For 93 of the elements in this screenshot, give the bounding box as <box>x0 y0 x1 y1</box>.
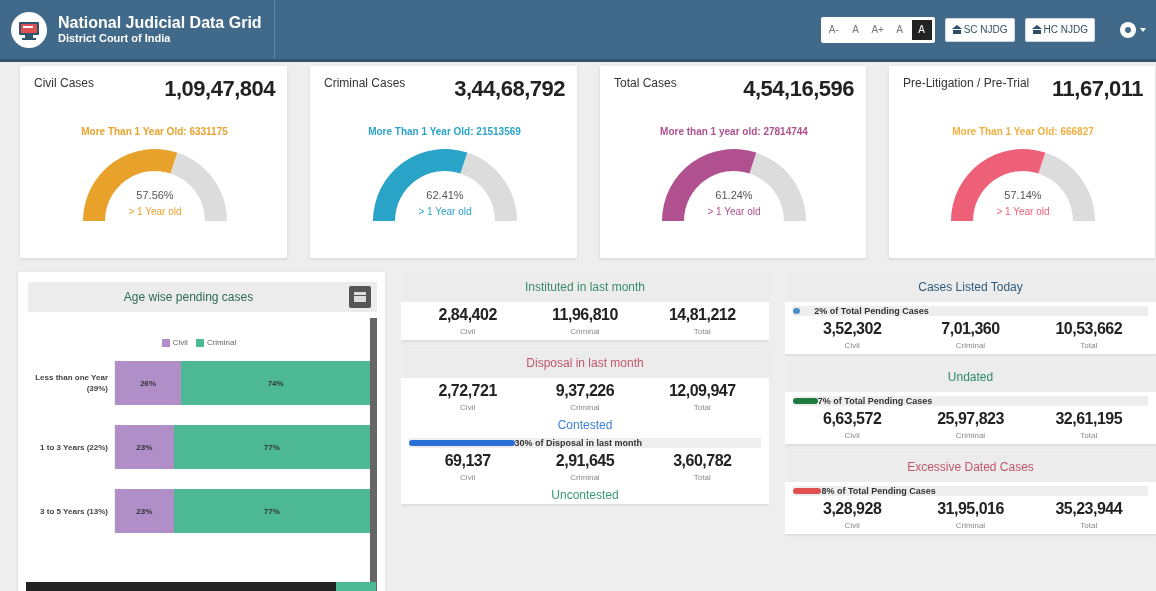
caret-icon <box>1140 27 1146 32</box>
card-title: Civil Cases <box>34 76 94 90</box>
gauge-percent: 62.41% <box>425 189 464 201</box>
font-size-button[interactable]: A <box>911 19 932 40</box>
bar-value-label: 77% <box>263 442 280 452</box>
settings-icon[interactable] <box>1119 20 1137 39</box>
card-title: Pre-Litigation / Pre-Trial <box>903 76 1030 90</box>
figure-label: Civil <box>844 521 860 530</box>
figure-value: 3,52,302 <box>823 320 882 338</box>
gauge-caption: > 1 Year old <box>127 206 182 217</box>
figure-value: 12,09,947 <box>668 382 736 400</box>
panel-title: Disposal in last month <box>401 348 769 378</box>
figure-label: Criminal <box>570 473 600 482</box>
app-title: National Judicial Data Grid <box>58 14 262 32</box>
figure-value: 35,23,944 <box>1055 500 1123 518</box>
gauge-caption: > 1 Year old <box>417 206 472 217</box>
figure-value: 11,96,810 <box>552 306 618 324</box>
figure-value: 7,01,360 <box>941 320 1000 338</box>
bar-value-label: 26% <box>140 378 157 388</box>
category-label: Less than one Year (39%) <box>34 372 109 394</box>
case-count: 1,09,47,804 <box>164 76 275 102</box>
figure-label: Total <box>1080 521 1098 530</box>
progress-label: 2% of Total Pending Cases <box>813 306 929 316</box>
gauge-percent: 57.14% <box>1004 189 1042 201</box>
figure-label: Civil <box>460 327 476 336</box>
figure-value: 69,137 <box>444 452 491 470</box>
card-title: Total Cases <box>614 76 677 90</box>
bank-icon <box>951 24 962 35</box>
panel-title: Excessive Dated Cases <box>785 452 1156 482</box>
figure-label: Criminal <box>955 431 986 440</box>
legend-label: Civil <box>172 338 188 347</box>
figure-value: 32,61,195 <box>1055 410 1123 428</box>
figure-label: Civil <box>460 473 476 482</box>
figure-label: Criminal <box>570 403 600 412</box>
figure-value: 6,63,572 <box>823 410 882 428</box>
figure-label: Total <box>693 473 711 482</box>
njdg-link-button[interactable]: SC NJDG <box>944 17 1015 42</box>
figure-label: Criminal <box>955 341 986 350</box>
njdg-link-button[interactable]: HC NJDG <box>1024 17 1095 42</box>
case-count: 3,44,68,792 <box>454 76 565 102</box>
card-title: Criminal Cases <box>324 76 406 90</box>
figure-label: Criminal <box>955 521 986 530</box>
figure-label: Total <box>1080 431 1098 440</box>
figure-label: Total <box>1080 341 1098 350</box>
gauge-caption: > 1 Year old <box>707 206 761 217</box>
figure-value: 3,60,782 <box>673 452 732 470</box>
menu-icon <box>354 292 366 302</box>
chart-title: Age wise pending cases <box>122 290 255 304</box>
panel-title: Undated <box>785 362 1156 392</box>
progress-label: 8% of Total Pending Cases <box>820 486 936 496</box>
bar-value-label: 74% <box>267 378 284 388</box>
bar-value-label: 23% <box>136 506 153 516</box>
figure-value: 31,95,016 <box>937 500 1004 518</box>
age-note: More Than 1 Year Old: 21513569 <box>367 126 522 137</box>
figure-label: Total <box>693 403 711 412</box>
figure-value: 2,72,721 <box>438 382 497 400</box>
legend-label: Criminal <box>206 338 237 347</box>
legend-swatch <box>195 338 204 347</box>
section-subtitle: Contested <box>556 417 614 434</box>
figure-value: 10,53,662 <box>1055 320 1123 338</box>
case-count: 4,54,16,596 <box>743 76 854 102</box>
legend-swatch <box>161 338 170 347</box>
panel-title: Instituted in last month <box>401 272 769 302</box>
bar-value-label: 23% <box>136 442 153 452</box>
figure-value: 2,84,402 <box>438 306 497 324</box>
bar-value-label: 77% <box>263 506 280 516</box>
gauge-caption: > 1 Year old <box>996 206 1050 217</box>
figure-label: Criminal <box>570 327 600 336</box>
figure-value: 14,81,212 <box>668 306 736 324</box>
gauge-percent: 61.24% <box>715 189 753 201</box>
age-note: More than 1 year old: 27814744 <box>659 126 809 137</box>
bank-icon <box>1031 24 1042 35</box>
category-label: 3 to 5 Years (13%) <box>39 505 109 517</box>
figure-value: 9,37,226 <box>555 382 615 400</box>
app-subtitle: District Court of India <box>58 32 172 45</box>
figure-label: Civil <box>844 431 860 440</box>
panel-title: Cases Listed Today <box>785 272 1156 302</box>
logo-icon <box>10 10 48 49</box>
age-note: More Than 1 Year Old: 6331175 <box>80 126 229 137</box>
figure-value: 25,97,823 <box>937 410 1004 428</box>
progress-label: 30% of Disposal in last month <box>513 438 643 448</box>
figure-label: Civil <box>844 341 860 350</box>
figure-label: Total <box>693 327 711 336</box>
age-note: More Than 1 Year Old: 666827 <box>951 126 1095 137</box>
case-count: 11,67,011 <box>1052 76 1143 102</box>
figure-value: 3,28,928 <box>823 500 882 518</box>
section-subtitle: Uncontested <box>550 487 620 504</box>
progress-label: 7% of Total Pending Cases <box>816 396 933 406</box>
category-label: 1 to 3 Years (22%) <box>39 441 109 453</box>
menu-button[interactable] <box>349 286 371 308</box>
gauge-percent: 57.56% <box>135 189 174 201</box>
figure-label: Civil <box>460 403 476 412</box>
figure-value: 2,91,645 <box>555 452 615 470</box>
